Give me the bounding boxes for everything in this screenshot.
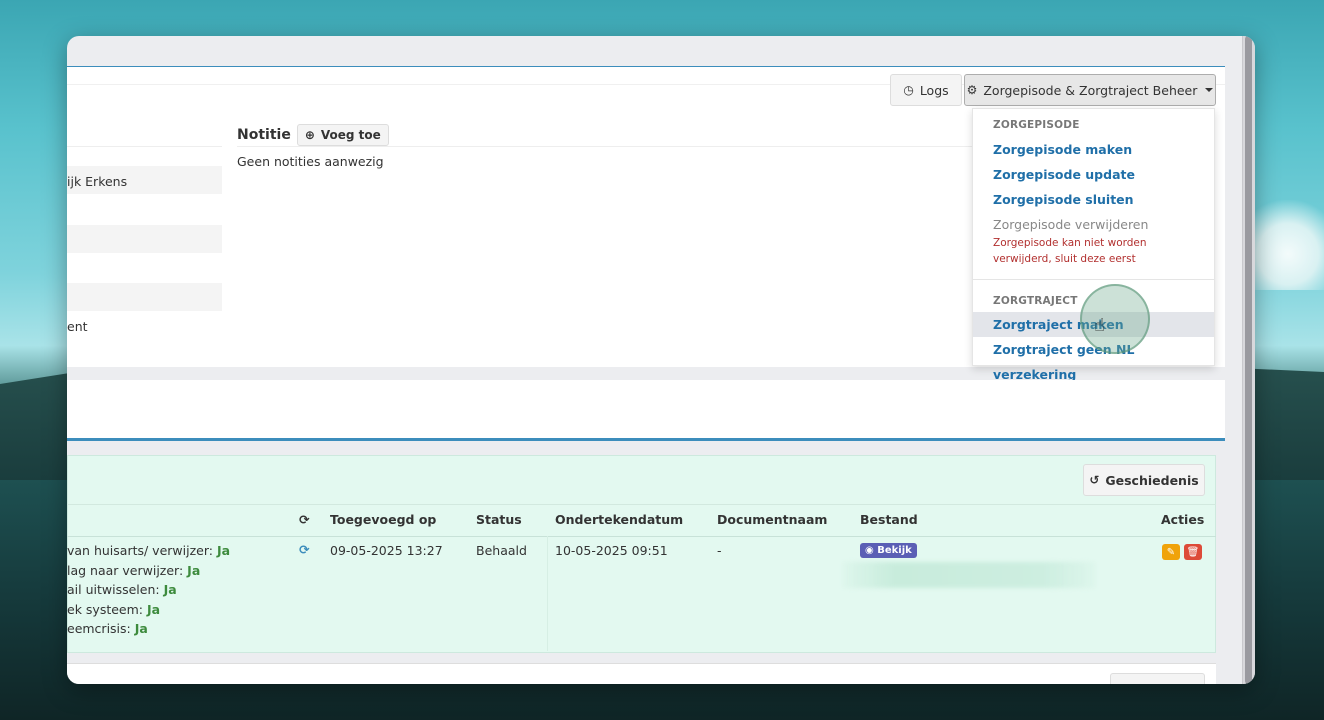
next-panel-button[interactable]	[1110, 673, 1205, 684]
delete-button[interactable]: 🗑	[1184, 544, 1202, 560]
cell-toegevoegd-op: 09-05-2025 13:27	[330, 543, 443, 558]
hand-pointer-icon: ☝	[1094, 315, 1105, 336]
cell-status: Behaald	[476, 543, 527, 558]
th-acties: Acties	[1161, 512, 1205, 527]
pencil-icon: ✎	[1166, 546, 1176, 558]
status-text: ent	[67, 319, 88, 334]
menu-item-zorgepisode-maken[interactable]: Zorgepisode maken	[973, 137, 1214, 162]
notes-title: Notitie	[237, 127, 291, 143]
beheer-dropdown-button[interactable]: ⚙ Zorgepisode & Zorgtraject Beheer	[964, 74, 1216, 106]
consent-line: ek systeem: Ja	[67, 602, 161, 617]
delete-warning-text: Zorgepisode kan niet worden verwijderd, …	[993, 237, 1147, 265]
gear-icon: ⚙	[966, 83, 978, 97]
plus-circle-icon: ⊕	[304, 128, 315, 142]
consent-line: ail uitwisselen: Ja	[67, 582, 177, 597]
column-separator	[547, 536, 548, 651]
beheer-label: Zorgepisode & Zorgtraject Beheer	[983, 82, 1198, 98]
table-header-border	[67, 536, 1216, 537]
blurred-filename	[843, 562, 1095, 588]
logs-button[interactable]: ◷ Logs	[890, 74, 962, 106]
history-button[interactable]: ↺ Geschiedenis	[1083, 464, 1205, 496]
view-file-label: Bekijk	[877, 545, 912, 556]
notes-empty-text: Geen notities aanwezig	[237, 154, 384, 169]
th-ondertekendatum: Ondertekendatum	[555, 512, 684, 527]
add-note-label: Voeg toe	[320, 128, 381, 142]
dropdown-divider	[973, 279, 1214, 280]
consent-line: van huisarts/ verwijzer: Ja	[67, 543, 231, 558]
app-window: ◷ Logs ⚙ Zorgepisode & Zorgtraject Behee…	[67, 36, 1255, 684]
notes-header: Notitie ⊕ Voeg toe	[237, 124, 389, 146]
cell-ondertekendatum: 10-05-2025 09:51	[555, 543, 668, 558]
trash-icon: 🗑	[1186, 546, 1200, 558]
menu-item-zorgepisode-update[interactable]: Zorgepisode update	[973, 162, 1214, 187]
consent-line: eemcrisis: Ja	[67, 621, 148, 636]
notes-divider	[237, 146, 972, 147]
scrollbar-thumb[interactable]	[1245, 36, 1252, 684]
view-file-button[interactable]: ◉ Bekijk	[860, 543, 917, 558]
patient-name-text: ijk Erkens	[67, 174, 128, 189]
refresh-icon[interactable]: ⟳	[299, 512, 309, 527]
caret-down-icon	[1205, 88, 1214, 92]
info-row	[67, 225, 222, 253]
eye-icon: ◉	[865, 545, 874, 556]
th-status: Status	[476, 512, 522, 527]
menu-item-zorgepisode-sluiten[interactable]: Zorgepisode sluiten	[973, 187, 1214, 212]
edit-button[interactable]: ✎	[1162, 544, 1180, 560]
th-documentnaam: Documentnaam	[717, 512, 828, 527]
next-panel	[67, 663, 1216, 684]
table-top-border	[67, 504, 1216, 505]
section-panel	[67, 380, 1225, 441]
info-divider	[67, 146, 222, 147]
th-toegevoegd-op: Toegevoegd op	[330, 512, 437, 527]
row-sync-icon[interactable]: ⟳	[299, 542, 309, 557]
info-row	[67, 283, 222, 311]
clock-icon: ◷	[903, 83, 914, 97]
cell-documentnaam: -	[717, 543, 722, 558]
add-note-button[interactable]: ⊕ Voeg toe	[296, 124, 389, 146]
dropdown-header-zorgepisode: ZORGEPISODE	[993, 119, 1080, 131]
history-label: Geschiedenis	[1105, 472, 1199, 488]
th-bestand: Bestand	[860, 512, 918, 527]
menu-item-zorgepisode-verwijderen: Zorgepisode verwijderen	[993, 217, 1149, 232]
scrollbar[interactable]	[1242, 36, 1255, 684]
consent-line: lag naar verwijzer: Ja	[67, 563, 201, 578]
click-highlight	[1080, 284, 1150, 354]
history-icon: ↺	[1089, 473, 1100, 487]
logs-label: Logs	[919, 82, 949, 98]
dropdown-header-zorgtraject: ZORGTRAJECT	[993, 295, 1078, 307]
